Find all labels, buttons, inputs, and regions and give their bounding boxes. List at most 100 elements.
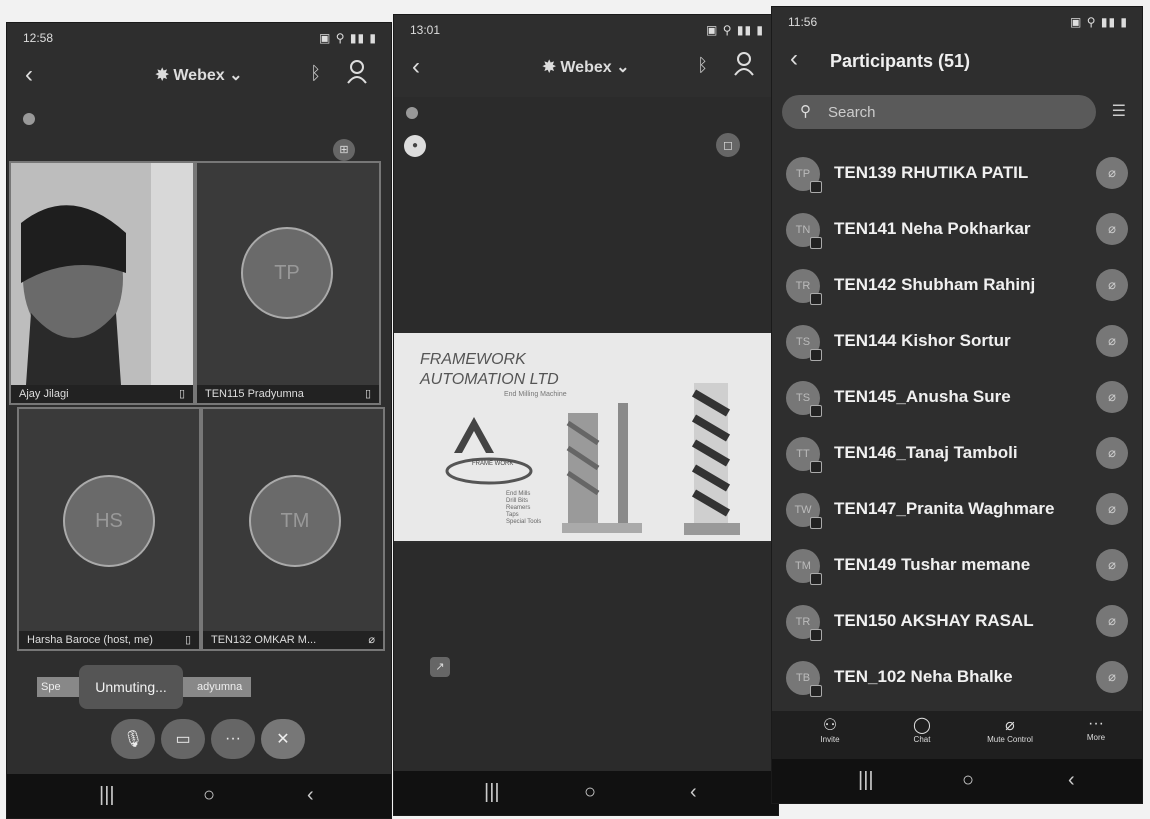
end-call-button[interactable]: ✕ xyxy=(261,719,305,759)
nav-back-icon[interactable]: ‹ xyxy=(307,784,314,807)
device-badge-icon xyxy=(810,685,822,697)
layout-grid-icon[interactable]: ⊞ xyxy=(333,139,355,161)
video-tile-1[interactable]: Ajay Jilagi ▯ xyxy=(9,161,195,405)
more-options-button[interactable]: ··· xyxy=(211,719,255,759)
mic-off-icon[interactable]: ⌀ xyxy=(1096,493,1128,525)
invite-icon: ⚇ xyxy=(822,717,838,734)
mic-off-icon: ⌀ xyxy=(1005,717,1015,734)
participant-video-image xyxy=(11,163,193,385)
nav-back-icon[interactable]: ‹ xyxy=(690,781,697,804)
mic-off-icon[interactable]: ⌀ xyxy=(1096,549,1128,581)
webex-brand[interactable]: ✸ Webex ⌄ xyxy=(394,57,778,77)
product-item: Reamers xyxy=(506,505,531,511)
speaker-suffix: adyumna xyxy=(197,681,243,693)
framework-logo xyxy=(445,417,533,485)
list-item[interactable]: TS TEN145_Anusha Sure ⌀ xyxy=(772,369,1142,425)
recent-apps-icon[interactable]: ||| xyxy=(484,781,500,804)
avatar: TM xyxy=(786,549,822,585)
mute-control-button[interactable]: ⌀ Mute Control xyxy=(970,715,1050,744)
avatar: TB xyxy=(786,661,822,697)
participant-name: TEN142 Shubham Rahinj xyxy=(834,275,1036,294)
list-item[interactable]: TS TEN144 Kishor Sortur ⌀ xyxy=(772,313,1142,369)
mic-off-icon[interactable]: ⌀ xyxy=(1096,437,1128,469)
tile-nameplate: Ajay Jilagi ▯ xyxy=(11,385,193,403)
participant-name: TEN149 Tushar memane xyxy=(834,555,1031,574)
bluetooth-icon[interactable]: ᛒ xyxy=(310,63,321,84)
list-item[interactable]: TM TEN149 Tushar memane ⌀ xyxy=(772,537,1142,593)
mic-off-icon[interactable]: ⌀ xyxy=(1096,157,1128,189)
home-icon[interactable]: ○ xyxy=(962,769,974,792)
brand-label: Webex xyxy=(560,59,612,76)
device-badge-icon xyxy=(810,293,822,305)
share-icon[interactable]: ↗ xyxy=(430,657,450,677)
video-area-top xyxy=(394,97,778,333)
product-item: Special Tools xyxy=(506,519,542,525)
more-button[interactable]: ··· More xyxy=(1056,715,1136,742)
participants-icon[interactable] xyxy=(347,59,369,85)
list-item[interactable]: TR TEN150 AKSHAY RASAL ⌀ xyxy=(772,593,1142,649)
back-icon[interactable]: ‹ xyxy=(790,45,798,73)
layout-icon[interactable]: ◻ xyxy=(716,133,740,157)
recent-apps-icon[interactable]: ||| xyxy=(99,784,115,807)
participants-icon[interactable] xyxy=(734,51,756,77)
video-tile-2[interactable]: TP TEN115 Pradyumna ▯ xyxy=(195,161,381,405)
recording-dot-icon xyxy=(23,113,35,125)
participant-name: TEN144 Kishor Sortur xyxy=(834,331,1011,350)
status-icons: ▣ ⚲ ▮▮ ▮ xyxy=(706,23,764,37)
avatar: TR xyxy=(786,605,822,641)
home-icon[interactable]: ○ xyxy=(203,784,215,807)
bottom-action-bar: ⚇ Invite ◯ Chat ⌀ Mute Control ··· More xyxy=(772,711,1142,759)
banner-title-line1: FRAMEWORK xyxy=(420,351,526,368)
avatar: HS xyxy=(63,475,155,567)
list-item[interactable]: TW TEN147_Pranita Waghmare ⌀ xyxy=(772,481,1142,537)
bluetooth-icon[interactable]: ᛒ xyxy=(697,55,708,76)
search-placeholder: Search xyxy=(828,104,876,121)
video-tile-3[interactable]: HS Harsha Baroce (host, me) ▯ xyxy=(17,407,201,651)
avatar-initials: TS xyxy=(795,336,811,348)
webex-brand[interactable]: ✸ Webex ⌄ xyxy=(7,65,391,85)
more-icon: ··· xyxy=(1088,715,1104,732)
avatar-initials: TN xyxy=(795,224,811,236)
mic-off-icon[interactable]: ⌀ xyxy=(1096,325,1128,357)
list-item[interactable]: TB TEN_102 Neha Bhalke ⌀ xyxy=(772,649,1142,705)
avatar: TS xyxy=(786,381,822,417)
mic-off-icon[interactable]: ⌀ xyxy=(1096,269,1128,301)
participant-name: TEN139 RHUTIKA PATIL xyxy=(834,163,1029,182)
camera-button[interactable]: ▭ xyxy=(161,719,205,759)
mic-off-icon[interactable]: ⌀ xyxy=(1096,213,1128,245)
status-icons: ▣ ⚲ ▮▮ ▮ xyxy=(319,31,377,45)
tile-name: TEN115 Pradyumna xyxy=(205,388,304,400)
device-badge-icon xyxy=(810,349,822,361)
participant-name: TEN145_Anusha Sure xyxy=(834,387,1011,406)
search-input[interactable]: ⚲ Search xyxy=(782,95,1096,129)
nav-back-icon[interactable]: ‹ xyxy=(1068,769,1075,792)
status-bar: 13:01 ▣ ⚲ ▮▮ ▮ xyxy=(394,15,778,41)
list-item[interactable]: TN TEN141 Neha Pokharkar ⌀ xyxy=(772,201,1142,257)
list-item[interactable]: TP TEN139 RHUTIKA PATIL ⌀ xyxy=(772,145,1142,201)
mic-off-icon[interactable]: ⌀ xyxy=(1096,661,1128,693)
more-label: More xyxy=(1086,733,1106,742)
tile-nameplate: TEN115 Pradyumna ▯ xyxy=(197,385,379,403)
list-item[interactable]: TT TEN146_Tanaj Tamboli ⌀ xyxy=(772,425,1142,481)
device-badge-icon xyxy=(810,461,822,473)
meeting-screen-grid: 12:58 ▣ ⚲ ▮▮ ▮ ‹ ✸ Webex ⌄ ᛒ ⊞ Ajay Jila… xyxy=(6,22,392,819)
chat-icon: ◯ xyxy=(913,717,931,734)
mic-off-icon[interactable]: ⌀ xyxy=(1096,381,1128,413)
home-icon[interactable]: ○ xyxy=(584,781,596,804)
avatar-initials: TB xyxy=(795,672,811,684)
invite-button[interactable]: ⚇ Invite xyxy=(790,715,870,744)
avatar-initials: TP xyxy=(795,168,811,180)
sort-list-icon[interactable]: ☰ xyxy=(1112,101,1126,121)
unmuting-toast: Unmuting... xyxy=(79,665,183,709)
avatar-initials: TS xyxy=(795,392,811,404)
list-item[interactable]: TR TEN142 Shubham Rahinj ⌀ xyxy=(772,257,1142,313)
video-tile-4[interactable]: TM TEN132 OMKAR M... ⌀ xyxy=(201,407,385,651)
mic-toggle-button[interactable]: 🎙 xyxy=(111,719,155,759)
product-item: Drill Bits xyxy=(506,498,528,504)
product-item: End Mills xyxy=(506,491,531,497)
mic-off-icon[interactable]: ⌀ xyxy=(1096,605,1128,637)
chat-button[interactable]: ◯ Chat xyxy=(882,715,962,744)
recent-apps-icon[interactable]: ||| xyxy=(858,769,874,792)
avatar-initials: TW xyxy=(794,504,812,516)
self-view-icon[interactable]: ● xyxy=(404,135,426,157)
